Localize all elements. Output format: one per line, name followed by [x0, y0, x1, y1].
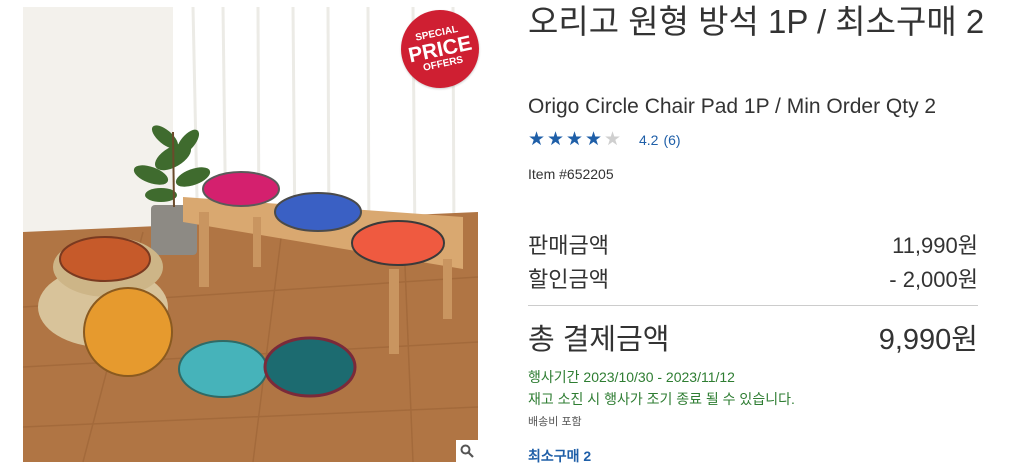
product-title-ko: 오리고 원형 방석 1P / 최소구매 2 [528, 3, 985, 40]
promo-period: 행사기간 2023/10/30 - 2023/11/12 [528, 369, 735, 385]
product-title-en: Origo Circle Chair Pad 1P / Min Order Qt… [528, 95, 937, 118]
zoom-icon [460, 444, 474, 458]
rating[interactable]: ★ ★ ★ ★ ★ 4.2 (6) [528, 130, 681, 150]
price-divider [528, 305, 978, 306]
product-photo [23, 7, 478, 462]
total-price-label: 총 결제금액 [528, 324, 670, 356]
discount-row: 할인금액 - 2,000원 [528, 262, 978, 294]
rating-score[interactable]: 4.2 [639, 132, 658, 148]
total-price-row: 총 결제금액 9,990원 [528, 316, 978, 358]
star-icon: ★ [585, 129, 603, 150]
sale-price-row: 판매금액 11,990원 [528, 228, 978, 260]
star-icon: ★ [528, 129, 546, 150]
min-order-link[interactable]: 최소구매 2 [528, 446, 591, 466]
promo-note: 재고 소진 시 행사가 조기 종료 될 수 있습니다. [528, 391, 795, 407]
discount-value: - 2,000원 [889, 267, 978, 292]
rating-stars: ★ ★ ★ ★ ★ [528, 130, 623, 150]
shipping-note: 배송비 포함 [528, 416, 582, 428]
star-icon: ★ [604, 129, 622, 150]
discount-label: 할인금액 [528, 267, 609, 292]
star-icon: ★ [566, 129, 584, 150]
item-number: Item #652205 [528, 166, 614, 182]
star-icon: ★ [547, 129, 565, 150]
rating-count[interactable]: (6) [663, 132, 680, 148]
sale-price-label: 판매금액 [528, 233, 609, 258]
sale-price-value: 11,990원 [892, 233, 978, 258]
product-image[interactable] [23, 7, 478, 462]
zoom-button[interactable] [456, 440, 478, 462]
total-price-value: 9,990원 [878, 324, 978, 356]
